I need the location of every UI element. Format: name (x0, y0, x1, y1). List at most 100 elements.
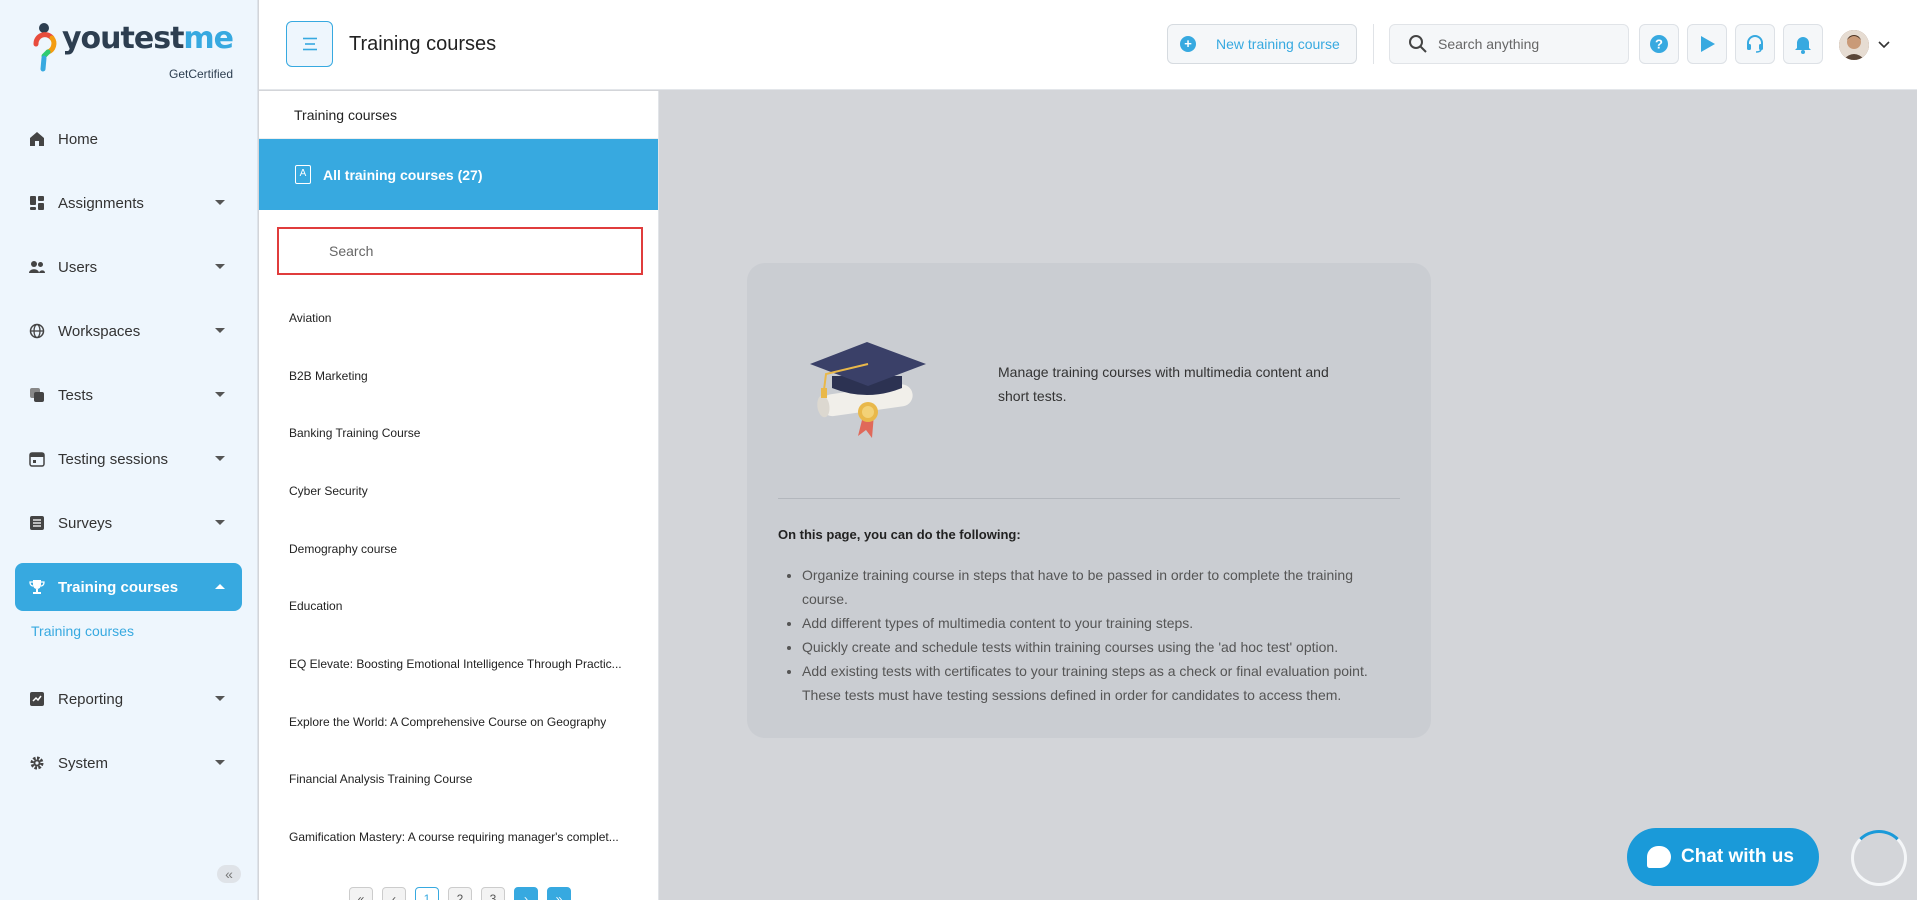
headset-icon (1747, 35, 1763, 53)
chevron-down-icon[interactable] (1878, 41, 1890, 49)
sidebar-item-system[interactable]: System (15, 739, 242, 787)
brand-name-part2: me (183, 21, 234, 56)
graduation-cap-icon (810, 342, 926, 438)
menu-toggle-button[interactable] (286, 21, 333, 67)
gear-icon (29, 755, 45, 771)
course-name: Demography course (289, 541, 398, 556)
list-item[interactable]: Education (259, 577, 659, 635)
course-list: Aviation B2B Marketing Banking Training … (259, 289, 659, 866)
sidebar: youtestme GetCertified Home Assignments … (0, 0, 258, 900)
chevron-down-icon (215, 328, 225, 333)
logo[interactable]: youtestme GetCertified (30, 21, 234, 82)
sidebar-item-label: System (58, 754, 109, 772)
list-item[interactable]: Explore the World: A Comprehensive Cours… (259, 693, 659, 751)
brand-tagline: GetCertified (169, 67, 234, 81)
page-title: Training courses (349, 33, 497, 55)
sidebar-item-reporting[interactable]: Reporting (15, 675, 242, 723)
sidebar-item-assignments[interactable]: Assignments (15, 179, 242, 227)
sidebar-item-label: Testing sessions (58, 450, 169, 468)
collapse-sidebar-button[interactable]: « (217, 865, 241, 883)
top-header: Training courses + New training course S… (259, 0, 1917, 90)
plus-icon: + (1180, 36, 1196, 52)
brand-name: youtestme GetCertified (62, 21, 234, 82)
card-divider (778, 498, 1400, 499)
global-search-input[interactable]: Search anything (1389, 24, 1629, 64)
globe-icon (29, 323, 45, 339)
sidebar-item-label: Surveys (58, 514, 113, 532)
list-item[interactable]: EQ Elevate: Boosting Emotional Intellige… (259, 635, 659, 693)
help-icon: ? (1650, 35, 1668, 53)
all-training-courses-label: All training courses (27) (323, 166, 483, 183)
chart-icon (29, 691, 45, 707)
chevron-down-icon (215, 760, 225, 765)
courses-panel: Training courses A All training courses … (259, 91, 659, 900)
brand-name-part1: youtest (62, 21, 184, 56)
search-icon (1408, 34, 1428, 54)
course-name: Explore the World: A Comprehensive Cours… (289, 714, 607, 729)
chevron-down-icon (215, 696, 225, 701)
hamburger-icon (302, 37, 317, 51)
last-page-button[interactable]: » (547, 887, 571, 900)
course-name: Cyber Security (289, 483, 368, 498)
chevron-down-icon (215, 200, 225, 205)
play-icon (1701, 36, 1715, 52)
calendar-icon (29, 451, 45, 467)
copy-icon (29, 387, 45, 403)
loading-spinner (1851, 830, 1907, 886)
logo-mark-icon (33, 23, 57, 72)
sidebar-item-testing-sessions[interactable]: Testing sessions (15, 435, 242, 483)
course-name: Banking Training Course (289, 426, 421, 441)
chevron-up-icon (215, 584, 225, 589)
list-item[interactable]: Gamification Mastery: A course requiring… (259, 808, 659, 866)
sidebar-item-label: Home (58, 130, 99, 148)
play-tour-button[interactable] (1687, 24, 1727, 64)
course-name: B2B Marketing (289, 368, 368, 383)
list-item[interactable]: Banking Training Course (259, 404, 659, 462)
course-search-placeholder: Search (329, 243, 374, 259)
chevron-down-icon (215, 264, 225, 269)
list-item[interactable]: B2B Marketing (259, 347, 659, 405)
page-1-button[interactable]: 1 (415, 887, 439, 900)
info-card: Manage training courses with multimedia … (747, 263, 1431, 738)
sidebar-item-tests[interactable]: Tests (15, 371, 242, 419)
users-icon (29, 259, 45, 275)
course-search-input[interactable]: Search (277, 227, 643, 275)
sidebar-item-training-courses[interactable]: Training courses (15, 563, 242, 611)
user-avatar[interactable] (1839, 30, 1869, 60)
sidebar-item-label: Assignments (58, 194, 144, 212)
all-training-courses-item[interactable]: A All training courses (27) (259, 139, 658, 210)
list-item: Quickly create and schedule tests within… (802, 635, 1402, 659)
course-name: Education (289, 599, 343, 614)
sidebar-item-surveys[interactable]: Surveys (15, 499, 242, 547)
card-bullet-list: Organize training course in steps that h… (802, 563, 1402, 707)
sidebar-item-label: Users (58, 258, 98, 276)
chat-bubble-icon (1647, 846, 1671, 868)
list-item: Add existing tests with certificates to … (802, 659, 1402, 707)
book-icon: A (295, 165, 311, 184)
card-heading: On this page, you can do the following: (778, 527, 1021, 542)
sidebar-item-users[interactable]: Users (15, 243, 242, 291)
chevron-down-icon (215, 520, 225, 525)
list-item[interactable]: Demography course (259, 520, 659, 578)
page-2-button[interactable]: 2 (448, 887, 472, 900)
chevron-down-icon (215, 456, 225, 461)
prev-page-button[interactable]: ‹ (382, 887, 406, 900)
sidebar-subitem-training-courses[interactable]: Training courses (15, 617, 242, 645)
first-page-button[interactable]: « (349, 887, 373, 900)
support-button[interactable] (1735, 24, 1775, 64)
sidebar-item-home[interactable]: Home (15, 115, 242, 163)
page-3-button[interactable]: 3 (481, 887, 505, 900)
help-button[interactable]: ? (1639, 24, 1679, 64)
new-training-course-button[interactable]: + New training course (1167, 24, 1357, 64)
list-item[interactable]: Cyber Security (259, 462, 659, 520)
chat-button[interactable]: Chat with us (1627, 828, 1819, 886)
avatar-image (1839, 30, 1869, 60)
course-name: Gamification Mastery: A course requiring… (289, 830, 619, 845)
list-item[interactable]: Financial Analysis Training Course (259, 751, 659, 809)
next-page-button[interactable]: › (514, 887, 538, 900)
trophy-icon (29, 579, 45, 595)
sidebar-item-workspaces[interactable]: Workspaces (15, 307, 242, 355)
list-item[interactable]: Aviation (259, 289, 659, 347)
list-item: Organize training course in steps that h… (802, 563, 1402, 611)
notifications-button[interactable] (1783, 24, 1823, 64)
